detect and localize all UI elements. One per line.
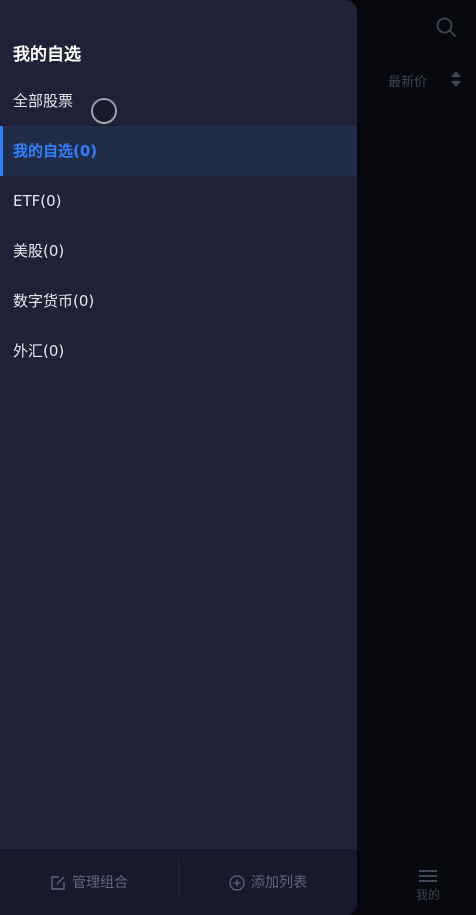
menu-item-all-stocks[interactable]: 全部股票 bbox=[0, 76, 357, 126]
menu-item-etf[interactable]: ETF(0) bbox=[0, 176, 357, 226]
add-list-button[interactable]: 添加列表 bbox=[179, 849, 357, 915]
sort-icon[interactable] bbox=[450, 70, 462, 88]
watchlist-drawer: 我的自选 全部股票 我的自选(0) ETF(0) 美股(0) 数字货币(0) 外… bbox=[0, 0, 357, 915]
menu-icon bbox=[419, 870, 437, 882]
menu-item-forex[interactable]: 外汇(0) bbox=[0, 326, 357, 376]
edit-icon bbox=[51, 875, 65, 890]
manage-portfolio-button[interactable]: 管理组合 bbox=[0, 849, 178, 915]
menu-item-my-watchlist[interactable]: 我的自选(0) bbox=[0, 126, 357, 176]
touch-indicator bbox=[91, 98, 117, 124]
plus-circle-icon bbox=[229, 874, 245, 891]
screen: 最新价 我的 我的自选 全部股票 我的自选(0) ETF(0) 美股(0) 数字… bbox=[0, 0, 476, 915]
menu-item-crypto[interactable]: 数字货币(0) bbox=[0, 276, 357, 326]
drawer-footer: 管理组合 添加列表 bbox=[0, 848, 357, 915]
watchlist-menu: 全部股票 我的自选(0) ETF(0) 美股(0) 数字货币(0) 外汇(0) bbox=[0, 76, 357, 376]
menu-item-us-stocks[interactable]: 美股(0) bbox=[0, 226, 357, 276]
add-list-label: 添加列表 bbox=[251, 874, 307, 891]
search-icon[interactable] bbox=[435, 16, 457, 38]
manage-portfolio-label: 管理组合 bbox=[72, 874, 128, 891]
sort-label[interactable]: 最新价 bbox=[388, 71, 427, 90]
tab-mine[interactable]: 我的 bbox=[386, 862, 470, 912]
tab-label: 我的 bbox=[415, 888, 440, 902]
drawer-title: 我的自选 bbox=[13, 45, 81, 65]
